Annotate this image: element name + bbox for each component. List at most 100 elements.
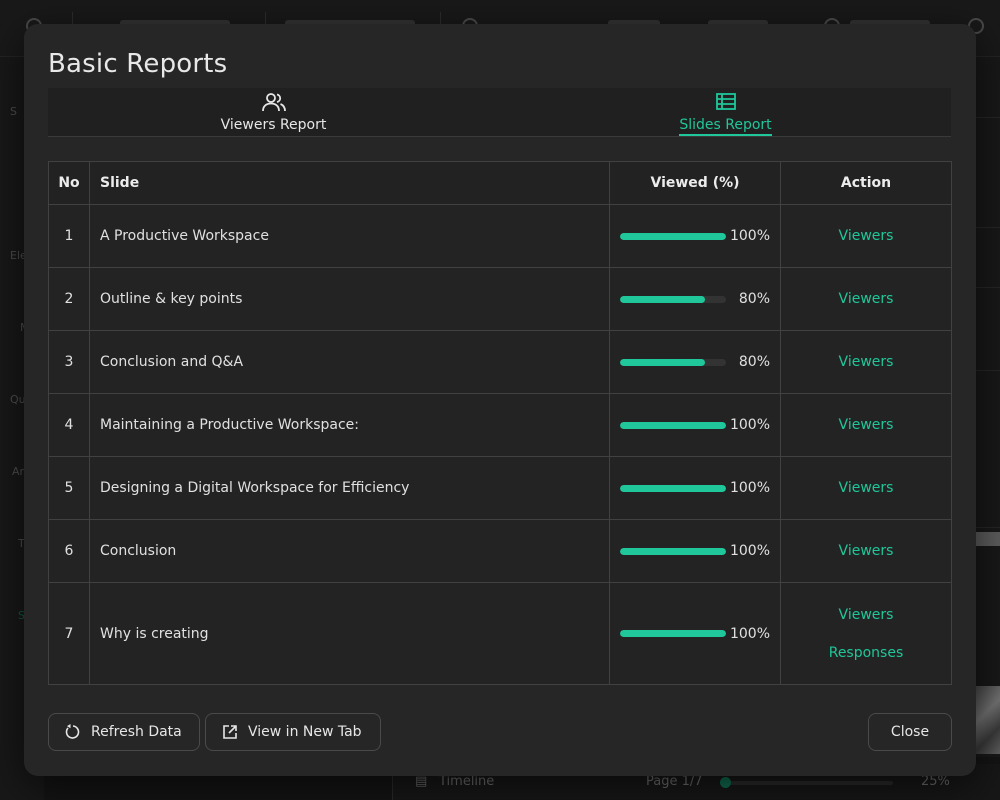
row-number: 5 xyxy=(48,456,90,520)
slide-title: A Productive Workspace xyxy=(89,204,610,268)
viewers-link[interactable]: Viewers xyxy=(839,228,894,244)
basic-reports-modal: Basic Reports Viewers Report Slides Repo… xyxy=(24,24,976,776)
action-links: Viewers xyxy=(782,417,950,433)
timeline-icon: ▤ xyxy=(415,774,428,789)
action-cell: Viewers xyxy=(780,330,952,394)
external-link-icon xyxy=(223,725,237,739)
tab-label: Viewers Report xyxy=(220,117,327,133)
action-cell: Viewers Responses xyxy=(780,582,952,685)
view-in-new-tab-button[interactable]: View in New Tab xyxy=(205,713,381,751)
column-header-slide: Slide xyxy=(89,161,610,205)
viewers-link[interactable]: Viewers xyxy=(839,291,894,307)
action-links: Viewers xyxy=(782,354,950,370)
tab-viewers-report[interactable]: Viewers Report xyxy=(48,88,499,136)
table-row: 7 Why is creating 100% Viewers Responses xyxy=(48,582,952,685)
table-row: 4 Maintaining a Productive Workspace: 100%… xyxy=(48,393,952,457)
column-header-viewed: Viewed (%) xyxy=(609,161,781,205)
table-header-row: No Slide Viewed (%) Action xyxy=(48,161,952,205)
action-cell: Viewers xyxy=(780,267,952,331)
row-number: 2 xyxy=(48,267,90,331)
progress-bar-track xyxy=(620,232,726,240)
refresh-data-label: Refresh Data xyxy=(91,724,182,740)
viewed-progress: 80% xyxy=(610,354,780,370)
table-row: 3 Conclusion and Q&A 80% Viewers xyxy=(48,330,952,394)
slide-title: Maintaining a Productive Workspace: xyxy=(89,393,610,457)
table-row: 5 Designing a Digital Workspace for Effic… xyxy=(48,456,952,520)
progress-bar-track xyxy=(620,358,726,366)
viewers-link[interactable]: Viewers xyxy=(839,607,894,623)
zoom-slider-knob xyxy=(720,777,731,788)
action-links: Viewers xyxy=(782,480,950,496)
users-icon xyxy=(261,93,286,112)
progress-bar-fill xyxy=(620,358,705,366)
zoom-level: 25% xyxy=(921,774,950,789)
view-in-new-tab-label: View in New Tab xyxy=(248,724,362,740)
row-number: 6 xyxy=(48,519,90,583)
action-cell: Viewers xyxy=(780,519,952,583)
viewed-progress: 100% xyxy=(610,626,780,642)
column-header-no: No xyxy=(48,161,90,205)
viewed-cell: 100% xyxy=(609,582,781,685)
slide-title: Why is creating xyxy=(89,582,610,685)
left-panel-label: S xyxy=(10,105,17,118)
viewed-cell: 100% xyxy=(609,456,781,520)
viewed-percent: 100% xyxy=(729,625,770,642)
table-icon xyxy=(715,93,736,110)
responses-link[interactable]: Responses xyxy=(829,645,904,661)
action-links: Viewers xyxy=(782,291,950,307)
row-number: 4 xyxy=(48,393,90,457)
zoom-slider-track xyxy=(723,781,893,785)
slide-title: Conclusion xyxy=(89,519,610,583)
progress-bar-fill xyxy=(620,421,726,429)
action-cell: Viewers xyxy=(780,204,952,268)
viewers-link[interactable]: Viewers xyxy=(839,354,894,370)
background-slide-thumbnail xyxy=(976,686,1000,754)
table-row: 1A Productive Workspace 100% Viewers xyxy=(48,204,952,268)
viewers-link[interactable]: Viewers xyxy=(839,480,894,496)
action-cell: Viewers xyxy=(780,456,952,520)
page-indicator: Page 1/7 xyxy=(646,774,703,789)
slide-title: Conclusion and Q&A xyxy=(89,330,610,394)
action-links: Viewers Responses xyxy=(782,607,950,661)
action-cell: Viewers xyxy=(780,393,952,457)
viewed-cell: 80% xyxy=(609,330,781,394)
viewed-percent: 100% xyxy=(729,417,770,433)
row-number: 1 xyxy=(48,204,90,268)
tab-slides-report[interactable]: Slides Report xyxy=(500,88,951,136)
progress-bar-track xyxy=(620,547,726,555)
row-number: 3 xyxy=(48,330,90,394)
report-tabs: Viewers Report Slides Report xyxy=(48,88,951,137)
viewed-percent: 100% xyxy=(729,480,770,496)
refresh-icon xyxy=(65,724,80,739)
viewed-percent: 100% xyxy=(729,228,770,244)
viewed-progress: 100% xyxy=(610,228,780,244)
progress-bar-track xyxy=(620,421,726,429)
viewed-progress: 80% xyxy=(610,291,780,307)
modal-title: Basic Reports xyxy=(48,49,228,79)
viewed-cell: 100% xyxy=(609,393,781,457)
viewed-cell: 100% xyxy=(609,204,781,268)
progress-bar-track xyxy=(620,295,726,303)
progress-bar-track xyxy=(620,484,726,492)
viewers-link[interactable]: Viewers xyxy=(839,543,894,559)
viewed-progress: 100% xyxy=(610,480,780,496)
timeline-label: Timeline xyxy=(439,774,495,789)
progress-bar-fill xyxy=(620,484,726,492)
tab-label: Slides Report xyxy=(679,117,772,136)
viewed-cell: 100% xyxy=(609,519,781,583)
row-number: 7 xyxy=(48,582,90,685)
background-swatch xyxy=(976,532,1000,546)
refresh-data-button[interactable]: Refresh Data xyxy=(48,713,200,751)
action-links: Viewers xyxy=(782,228,950,244)
close-button[interactable]: Close xyxy=(868,713,952,751)
slide-title: Designing a Digital Workspace for Effici… xyxy=(89,456,610,520)
viewers-link[interactable]: Viewers xyxy=(839,417,894,433)
table-row: 6 Conclusion 100% Viewers xyxy=(48,519,952,583)
viewed-progress: 100% xyxy=(610,417,780,433)
viewed-percent: 80% xyxy=(738,291,770,307)
progress-bar-fill xyxy=(620,232,726,240)
progress-bar-track xyxy=(620,630,726,637)
progress-bar-fill xyxy=(620,630,726,637)
progress-bar-fill xyxy=(620,547,726,555)
viewed-percent: 80% xyxy=(738,354,770,370)
